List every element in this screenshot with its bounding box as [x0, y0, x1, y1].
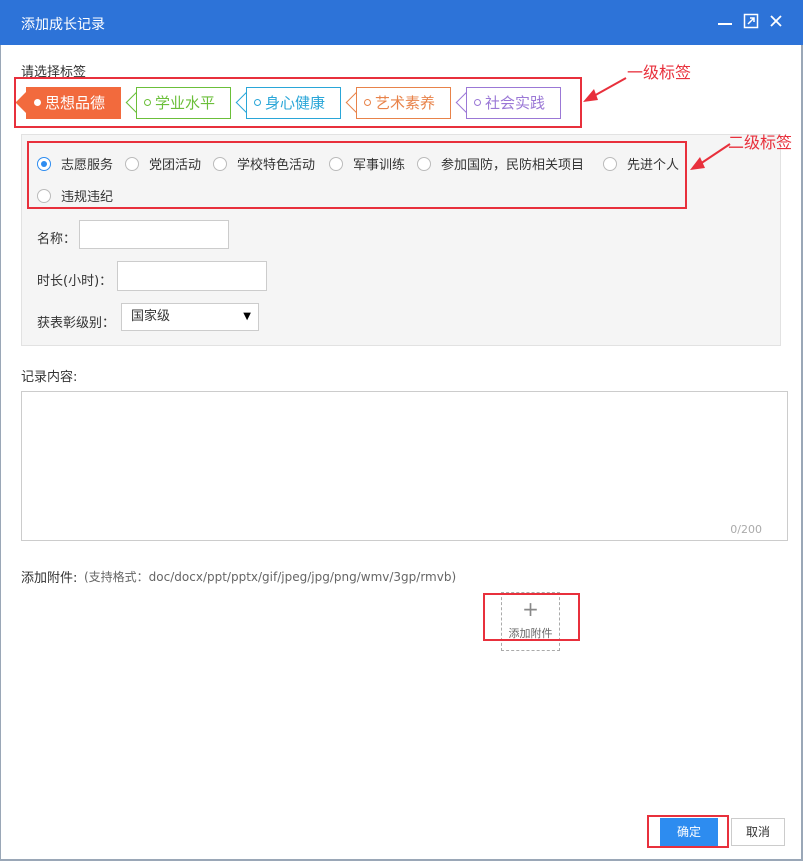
subtag-label: 军事训练 [353, 158, 406, 173]
radio-icon [125, 156, 139, 171]
subtag-radio-2[interactable]: 党团活动 [125, 154, 201, 173]
tag-5[interactable]: 社会实践 [466, 87, 561, 119]
duration-label: 时长(小时)： [37, 274, 113, 289]
content-label: 记录内容: [21, 370, 78, 385]
tag-4[interactable]: 艺术素养 [356, 87, 451, 119]
subtag-radio-6[interactable]: 先进个人 [603, 154, 679, 173]
maximize-icon[interactable] [740, 10, 762, 32]
attachment-formats: (支持格式：doc/docx/ppt/pptx/gif/jpeg/jpg/png… [84, 570, 457, 584]
subtag-radio-4[interactable]: 军事训练 [329, 154, 405, 173]
subtag-label: 党团活动 [149, 158, 202, 173]
subtag-radio-1[interactable]: 志愿服务 [37, 154, 113, 173]
level1-arrow-icon [583, 77, 627, 102]
tag-dot-icon [254, 99, 261, 106]
tags-label: 请选择标签 [21, 65, 87, 80]
tag-label: 身心健康 [265, 94, 326, 112]
minimize-icon[interactable] [714, 10, 736, 32]
subtag-radio-3[interactable]: 学校特色活动 [213, 154, 315, 173]
subtag-radio-5[interactable]: 参加国防，民防相关项目 [417, 154, 584, 173]
radio-icon [37, 156, 51, 171]
tag-2[interactable]: 学业水平 [136, 87, 231, 119]
name-label: 名称： [37, 232, 77, 247]
tag-label: 社会实践 [485, 94, 546, 112]
content-textarea[interactable]: 0/200 [21, 391, 788, 541]
tag-dot-icon [144, 99, 151, 106]
char-counter: 0/200 [730, 523, 762, 536]
subtag-label: 违规违纪 [61, 190, 114, 205]
level2-arrow-icon [690, 143, 731, 170]
subtag-label: 志愿服务 [61, 158, 114, 173]
dialog-titlebar: 添加成长记录 [0, 0, 803, 45]
subtag-label: 学校特色活动 [237, 158, 316, 173]
subtag-radio-7[interactable]: 违规违纪 [37, 186, 113, 205]
tag-label: 学业水平 [155, 94, 216, 112]
cancel-button[interactable]: 取消 [731, 818, 785, 846]
name-input[interactable] [79, 220, 229, 249]
award-level-label: 获表彰级别： [37, 316, 116, 331]
add-attachment-label: 添加附件 [508, 627, 553, 640]
tag-dot-icon [474, 99, 481, 106]
dialog-title: 添加成长记录 [21, 17, 105, 33]
duration-input[interactable] [117, 261, 267, 291]
tag-label: 艺术素养 [375, 94, 436, 112]
level1-annotation: 一级标签 [627, 63, 692, 82]
tag-dot-icon [34, 99, 41, 106]
radio-icon [37, 188, 51, 203]
chevron-down-icon: ▼ [243, 311, 251, 322]
ok-button[interactable]: 确定 [660, 818, 718, 846]
subtag-label: 参加国防，民防相关项目 [441, 158, 585, 173]
subtag-label: 先进个人 [627, 158, 680, 173]
award-level-select[interactable]: 国家级 ▼ [121, 303, 259, 331]
frame-left [0, 45, 1, 861]
tag-1[interactable]: 思想品德 [26, 87, 121, 119]
radio-icon [417, 156, 431, 171]
tag-dot-icon [364, 99, 371, 106]
radio-icon [329, 156, 343, 171]
plus-icon: + [522, 597, 539, 621]
tag-label: 思想品德 [45, 94, 106, 112]
attachment-label: 添加附件: [21, 571, 78, 586]
close-icon[interactable] [765, 10, 787, 32]
radio-icon [603, 156, 617, 171]
add-attachment-button[interactable]: + 添加附件 [501, 592, 560, 651]
level2-annotation: 二级标签 [728, 133, 793, 152]
radio-icon [213, 156, 227, 171]
award-level-value: 国家级 [131, 309, 171, 324]
tag-3[interactable]: 身心健康 [246, 87, 341, 119]
